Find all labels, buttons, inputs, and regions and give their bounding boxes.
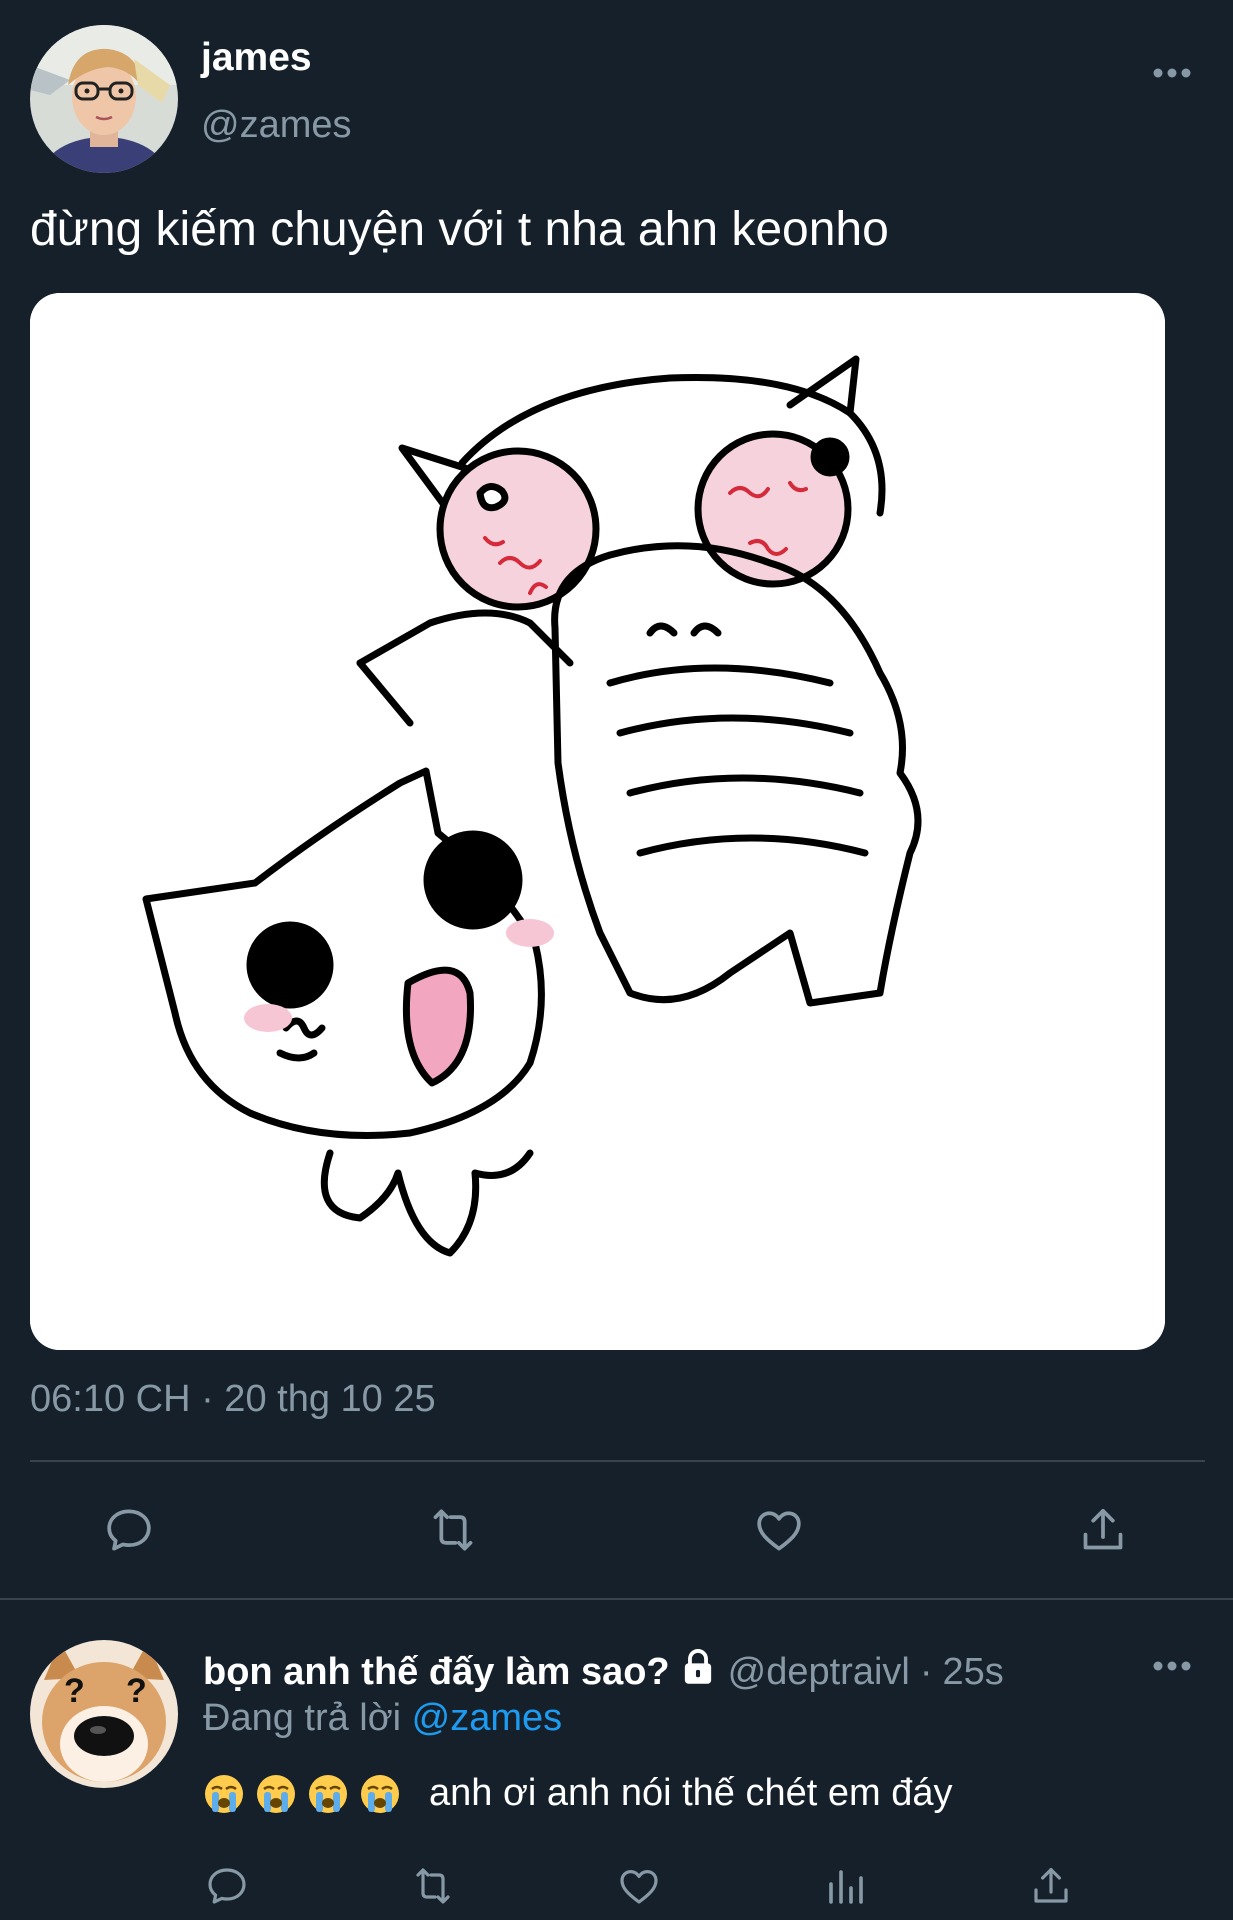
- reply-header: bọn anh thế đấy làm sao? @deptraivl · 25…: [203, 1648, 1004, 1696]
- separator-dot: ·: [919, 1650, 933, 1693]
- reply-author-display-name[interactable]: bọn anh thế đấy làm sao?: [203, 1651, 670, 1694]
- more-options-icon[interactable]: [1150, 1656, 1194, 1676]
- more-options-icon[interactable]: [1150, 63, 1194, 83]
- tweet-image[interactable]: [30, 293, 1165, 1350]
- share-icon[interactable]: [1021, 1856, 1081, 1916]
- svg-text:?: ?: [126, 1672, 147, 1710]
- replying-to-mention[interactable]: @zames: [412, 1697, 563, 1739]
- crying-face-emoji: [203, 1773, 245, 1815]
- tweet-text: đừng kiếm chuyện với t nha ahn keonho: [30, 203, 889, 256]
- reply-time[interactable]: 25s: [943, 1651, 1004, 1694]
- replying-to-label: Đang trả lời: [203, 1697, 402, 1739]
- author-avatar[interactable]: [30, 25, 178, 173]
- like-icon[interactable]: [749, 1500, 809, 1560]
- divider: [30, 1460, 1205, 1462]
- replying-to: Đang trả lời @zames: [203, 1697, 562, 1740]
- reply-text: anh ơi anh nói thế chét em đáy: [203, 1772, 952, 1815]
- reply-icon[interactable]: [99, 1500, 159, 1560]
- retweet-icon[interactable]: [403, 1856, 463, 1916]
- lock-icon: [680, 1648, 716, 1696]
- like-icon[interactable]: [609, 1856, 669, 1916]
- share-icon[interactable]: [1073, 1500, 1133, 1560]
- author-handle[interactable]: @zames: [201, 104, 352, 147]
- crying-face-emoji: [307, 1773, 349, 1815]
- svg-text:?: ?: [64, 1672, 85, 1710]
- main-tweet: james @zames đừng kiếm chuyện với t nha …: [0, 0, 1233, 1600]
- reply-icon[interactable]: [197, 1856, 257, 1916]
- crying-face-emoji: [255, 1773, 297, 1815]
- reply-author-avatar[interactable]: ? ?: [30, 1640, 178, 1788]
- crying-face-emoji: [359, 1773, 401, 1815]
- author-display-name[interactable]: james: [201, 36, 312, 80]
- analytics-icon[interactable]: [815, 1856, 875, 1916]
- reply-body-text: anh ơi anh nói thế chét em đáy: [429, 1772, 953, 1814]
- tweet-timestamp[interactable]: 06:10 CH · 20 thg 10 25: [30, 1378, 436, 1421]
- retweet-icon[interactable]: [423, 1500, 483, 1560]
- reply-author-handle[interactable]: @deptraivl: [728, 1651, 910, 1694]
